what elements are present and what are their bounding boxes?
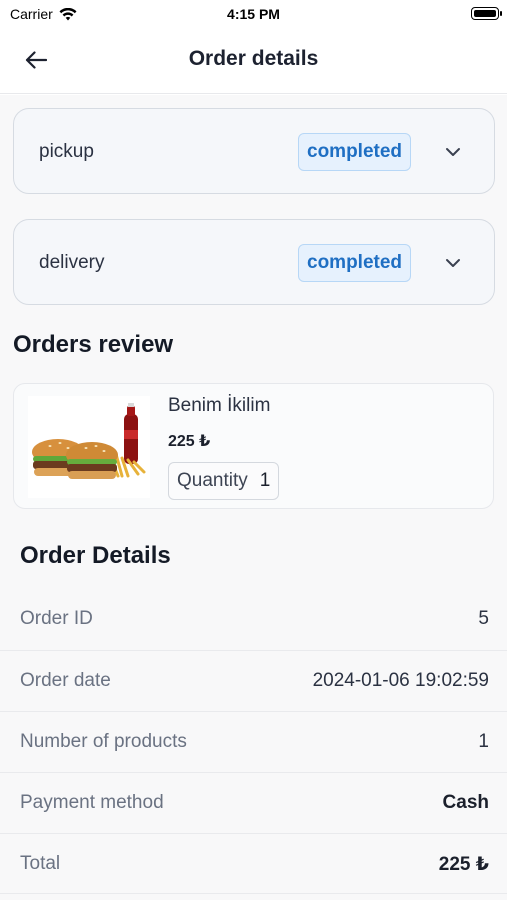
detail-row-order-id: Order ID 5 [0,589,507,650]
detail-value: Cash [442,792,489,813]
detail-row-order-date: Order date 2024-01-06 19:02:59 [0,650,507,711]
product-name: Benim İkilim [168,395,271,416]
content-area: pickup completed delivery completed Orde… [0,95,507,900]
detail-label: Payment method [20,792,164,813]
product-price: 225 ₺ [168,433,211,450]
chevron-down-icon[interactable] [444,144,462,160]
pickup-status-card[interactable]: pickup completed [13,108,495,194]
detail-label: Total [20,853,61,874]
order-item-card[interactable]: Benim İkilim 225 ₺ Quantity 1 [13,383,494,509]
detail-value: 2024-01-06 19:02:59 [312,670,489,691]
status-bar: Carrier 4:15 PM [0,0,507,28]
delivery-label: delivery [39,252,105,273]
quantity-value: 1 [259,470,271,491]
orders-review-title: Orders review [13,331,174,358]
chevron-down-icon[interactable] [444,255,462,271]
detail-value: 5 [478,608,489,629]
pickup-status-badge: completed [298,133,412,171]
detail-value: 225 ₺ [438,854,489,875]
product-image [28,396,150,498]
detail-label: Order ID [20,608,93,629]
delivery-status-card[interactable]: delivery completed [13,219,495,305]
detail-row-number-of-products: Number of products 1 [0,711,507,772]
order-details-title: Order Details [20,542,171,569]
battery-icon [471,7,502,20]
detail-value: 1 [478,731,489,752]
detail-row-total: Total 225 ₺ [0,833,507,894]
detail-label: Order date [20,670,111,691]
quantity-label: Quantity [177,470,248,491]
delivery-status-badge: completed [298,244,412,282]
page-title: Order details [188,47,319,70]
pickup-label: pickup [39,141,94,162]
detail-row-payment-method: Payment method Cash [0,772,507,833]
navigation-bar: Order details [0,28,507,94]
detail-label: Number of products [20,731,187,752]
status-time: 4:15 PM [227,6,280,22]
quantity-box: Quantity 1 [168,462,280,500]
